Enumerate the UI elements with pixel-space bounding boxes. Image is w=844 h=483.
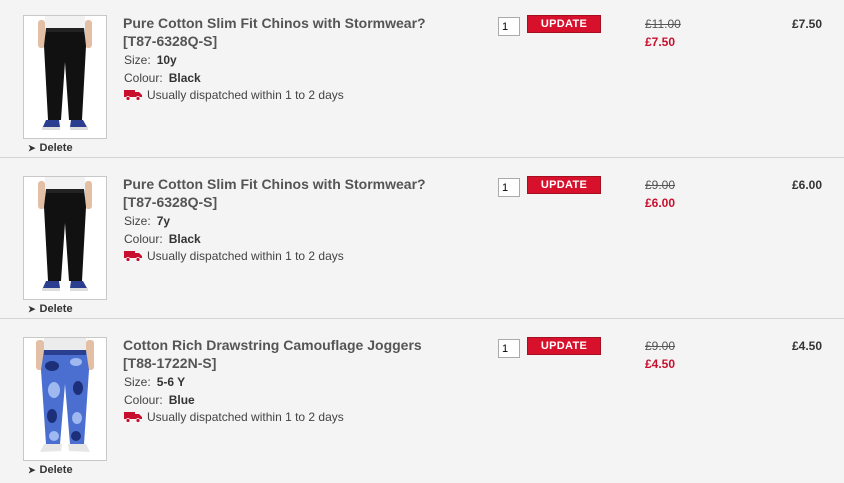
product-image-black-chinos[interactable] (23, 176, 107, 300)
product-title[interactable]: Pure Cotton Slim Fit Chinos with Stormwe… (123, 175, 473, 211)
line-total: £4.50 (791, 339, 822, 353)
update-button[interactable]: UPDATE (527, 176, 601, 194)
was-price: £9.00 (645, 339, 676, 353)
truck-icon (124, 412, 142, 423)
line-total: £7.50 (791, 17, 822, 31)
update-button[interactable]: UPDATE (527, 15, 601, 33)
sale-price: £6.00 (645, 196, 676, 210)
chevron-right-icon: ➤ (28, 465, 36, 475)
product-image-black-chinos[interactable] (23, 15, 107, 139)
dispatch-info: Usually dispatched within 1 to 2 days (124, 88, 344, 102)
line-total: £6.00 (791, 178, 822, 192)
size-attribute: Size: 5-6 Y (124, 375, 186, 389)
size-attribute: Size: 10y (124, 53, 177, 67)
truck-icon (124, 251, 142, 262)
basket-item: ➤ Delete Pure Cotton Slim Fit Chinos with… (0, 0, 844, 161)
basket-item: ➤ Delete Pure Cotton Slim Fit Chinos with… (0, 161, 844, 322)
sale-price: £4.50 (645, 357, 676, 371)
was-price: £9.00 (645, 178, 676, 192)
update-button[interactable]: UPDATE (527, 337, 601, 355)
row-divider (0, 157, 844, 158)
product-image-blue-camo-joggers[interactable] (23, 337, 107, 461)
chevron-right-icon: ➤ (28, 304, 36, 314)
colour-attribute: Colour: Blue (124, 393, 195, 407)
delete-link[interactable]: ➤ Delete (28, 142, 73, 154)
size-attribute: Size: 7y (124, 214, 171, 228)
dispatch-info: Usually dispatched within 1 to 2 days (124, 249, 344, 263)
colour-attribute: Colour: Black (124, 232, 201, 246)
quantity-input[interactable] (498, 178, 520, 197)
sale-price: £7.50 (645, 35, 676, 49)
quantity-input[interactable] (498, 339, 520, 358)
chevron-right-icon: ➤ (28, 143, 36, 153)
delete-link[interactable]: ➤ Delete (28, 303, 73, 315)
dispatch-info: Usually dispatched within 1 to 2 days (124, 410, 344, 424)
colour-attribute: Colour: Black (124, 71, 201, 85)
product-title[interactable]: Cotton Rich Drawstring Camouflage Jogger… (123, 336, 473, 372)
product-title[interactable]: Pure Cotton Slim Fit Chinos with Stormwe… (123, 14, 473, 50)
truck-icon (124, 90, 142, 101)
row-divider (0, 318, 844, 319)
was-price: £11.00 (645, 17, 681, 31)
quantity-input[interactable] (498, 17, 520, 36)
basket-item: ➤ Delete Cotton Rich Drawstring Camouflag… (0, 322, 844, 483)
delete-link[interactable]: ➤ Delete (28, 464, 73, 476)
